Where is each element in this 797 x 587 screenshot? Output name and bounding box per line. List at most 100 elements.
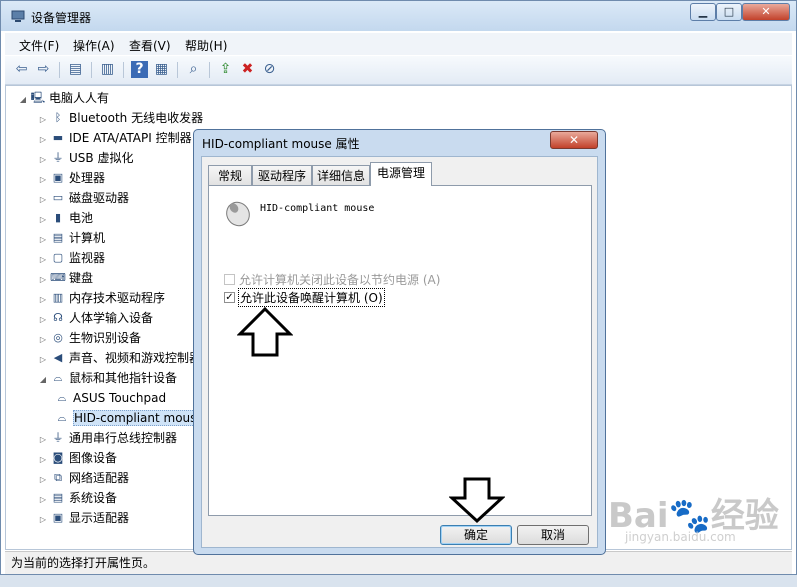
back-icon[interactable]: ⇦	[13, 61, 30, 78]
tree-category-item[interactable]: ▷ ▥ 内存技术驱动程序	[18, 288, 205, 308]
tree-category-item[interactable]: ▷ ⌨ 键盘	[18, 268, 205, 288]
expand-arrow-icon[interactable]: ▷	[38, 310, 48, 330]
allow-power-off-checkbox[interactable]	[224, 274, 235, 285]
tree-item-label: 网络适配器	[69, 471, 130, 485]
menu-help[interactable]: 帮助(H)	[185, 37, 227, 54]
tree-category-item[interactable]: ▷ ☊ 人体学输入设备	[18, 308, 205, 328]
mouse-icon: ⌓	[57, 390, 67, 404]
disk-icon: ▭	[52, 190, 64, 204]
bluetooth-icon: ᛒ	[54, 110, 62, 124]
tree-rows: ◢ 🖳 电脑人人有 ▷ ᛒ Bluetooth 无线电收发器 ▷ ▬ IDE ATA/ATAP…	[18, 88, 205, 528]
tree-item-label: 系统设备	[69, 491, 118, 505]
watermark-url: jingyan.baidu.com	[625, 530, 736, 544]
tree-category-item[interactable]: ◢ ⌓ 鼠标和其他指针设备	[18, 368, 205, 388]
tab-driver[interactable]: 驱动程序	[252, 165, 312, 185]
fingerprint-icon: ◎	[53, 330, 63, 344]
tree-item-label: 磁盘驱动器	[69, 191, 130, 205]
device-name: HID-compliant mouse	[260, 203, 375, 214]
tree-item-label: 监视器	[69, 251, 106, 265]
toolbar-separator	[123, 62, 124, 78]
tab-general[interactable]: 常规	[208, 165, 252, 185]
tree-category-item[interactable]: ▷ ⧉ 网络适配器	[18, 468, 205, 488]
expand-arrow-icon[interactable]: ▷	[38, 470, 48, 490]
tree-item-label: Bluetooth 无线电收发器	[69, 111, 204, 125]
maximize-button[interactable]: □	[716, 3, 742, 21]
tree-category-item[interactable]: ▷ ◀ 声音、视频和游戏控制器	[18, 348, 205, 368]
expand-arrow-icon[interactable]: ▷	[38, 290, 48, 310]
hid-icon: ☊	[53, 310, 63, 324]
toolbar-separator	[177, 62, 178, 78]
menu-file[interactable]: 文件(F)	[19, 37, 59, 54]
title-bar[interactable]: 设备管理器 ▁ □ ✕	[1, 1, 796, 31]
tree-category-item[interactable]: ▷ ▭ 磁盘驱动器	[18, 188, 205, 208]
dialog-close-button[interactable]: ✕	[550, 131, 598, 149]
expand-arrow-icon[interactable]: ▷	[38, 270, 48, 290]
expand-arrow-icon[interactable]: ▷	[38, 170, 48, 190]
cpu-icon: ▣	[52, 170, 64, 184]
tab-details[interactable]: 详细信息	[312, 165, 370, 185]
view-icon[interactable]: ▦	[153, 61, 170, 78]
expand-arrow-icon[interactable]: ▷	[38, 150, 48, 170]
forward-icon[interactable]: ⇨	[35, 61, 52, 78]
tree-category-item[interactable]: ▷ ⏚ 通用串行总线控制器	[18, 428, 205, 448]
expand-arrow-icon[interactable]: ▷	[38, 330, 48, 350]
collapse-arrow-icon[interactable]: ◢	[18, 90, 28, 110]
system-icon: ▤	[52, 490, 64, 504]
expand-arrow-icon[interactable]: ▷	[38, 230, 48, 250]
arrow-up-icon	[236, 306, 294, 361]
expand-arrow-icon[interactable]: ▷	[38, 450, 48, 470]
tree-category-item[interactable]: ▷ ▢ 监视器	[18, 248, 205, 268]
cancel-button[interactable]: 取消	[517, 525, 589, 545]
tree-category-item[interactable]: ▷ ▣ 显示适配器	[18, 508, 205, 528]
tree-item-label: 人体学输入设备	[69, 311, 154, 325]
tree-category-item[interactable]: ▷ ▣ 处理器	[18, 168, 205, 188]
expand-arrow-icon[interactable]: ▷	[38, 430, 48, 450]
disable-device-icon[interactable]: ⊘	[261, 61, 278, 78]
tree-item-label: ASUS Touchpad	[73, 391, 167, 405]
tree-category-item[interactable]: ▷ ◎ 生物识别设备	[18, 328, 205, 348]
expand-arrow-icon[interactable]: ▷	[38, 130, 48, 150]
tree-category-item[interactable]: ▷ ▤ 计算机	[18, 228, 205, 248]
minimize-button[interactable]: ▁	[690, 3, 716, 21]
tree-category-item[interactable]: ▷ ▤ 系统设备	[18, 488, 205, 508]
status-text: 为当前的选择打开属性页。	[11, 556, 156, 570]
expand-arrow-icon[interactable]: ▷	[38, 190, 48, 210]
ok-button[interactable]: 确定	[440, 525, 512, 545]
expand-arrow-icon[interactable]: ▷	[38, 510, 48, 530]
collapse-arrow-icon[interactable]: ◢	[38, 370, 48, 390]
expand-arrow-icon[interactable]: ▷	[38, 210, 48, 230]
allow-wake-label: 允许此设备唤醒计算机 (O)	[238, 288, 385, 307]
tree-device-item[interactable]: ⌓ ASUS Touchpad	[18, 388, 205, 408]
tree-item-label: USB 虚拟化	[69, 151, 134, 165]
tree-category-item[interactable]: ▷ ◙ 图像设备	[18, 448, 205, 468]
tree-category-item[interactable]: ▷ ⏚ USB 虚拟化	[18, 148, 205, 168]
tree-item-label: 计算机	[69, 231, 106, 245]
camera-icon: ◙	[52, 450, 64, 464]
device-manager-icon	[11, 9, 25, 23]
uninstall-icon[interactable]: ✖	[239, 61, 256, 78]
tree-device-item[interactable]: ⌓ HID-compliant mouse	[18, 408, 205, 428]
computer-icon: ▤	[52, 230, 64, 244]
expand-arrow-icon[interactable]: ▷	[38, 490, 48, 510]
help-icon[interactable]: ?	[131, 61, 148, 78]
tree-category-item[interactable]: ▷ ▮ 电池	[18, 208, 205, 228]
tab-power-management[interactable]: 电源管理	[370, 162, 432, 186]
allow-wake-checkbox[interactable]: ✓	[224, 292, 235, 303]
expand-arrow-icon[interactable]: ▷	[38, 110, 48, 130]
properties-icon[interactable]: ▥	[99, 61, 116, 78]
update-driver-icon[interactable]: ⇪	[217, 61, 234, 78]
console-tree-icon[interactable]: ▤	[67, 61, 84, 78]
tree-category-item[interactable]: ▷ ▬ IDE ATA/ATAPI 控制器	[18, 128, 205, 148]
expand-arrow-icon[interactable]: ▷	[38, 350, 48, 370]
tree-category-item[interactable]: ▷ ᛒ Bluetooth 无线电收发器	[18, 108, 205, 128]
toolbar-separator	[209, 62, 210, 78]
expand-arrow-icon[interactable]: ▷	[38, 250, 48, 270]
close-button[interactable]: ✕	[742, 3, 790, 21]
scan-hardware-icon[interactable]: ⌕	[185, 61, 202, 78]
properties-dialog: HID-compliant mouse 属性 ✕ 常规 驱动程序 详细信息 电源…	[193, 129, 606, 555]
menu-action[interactable]: 操作(A)	[73, 37, 115, 54]
tree-item-label: 处理器	[69, 171, 106, 185]
usb-icon: ⏚	[52, 430, 64, 444]
tree-root[interactable]: ◢ 🖳 电脑人人有	[18, 88, 205, 108]
menu-view[interactable]: 查看(V)	[129, 37, 171, 54]
